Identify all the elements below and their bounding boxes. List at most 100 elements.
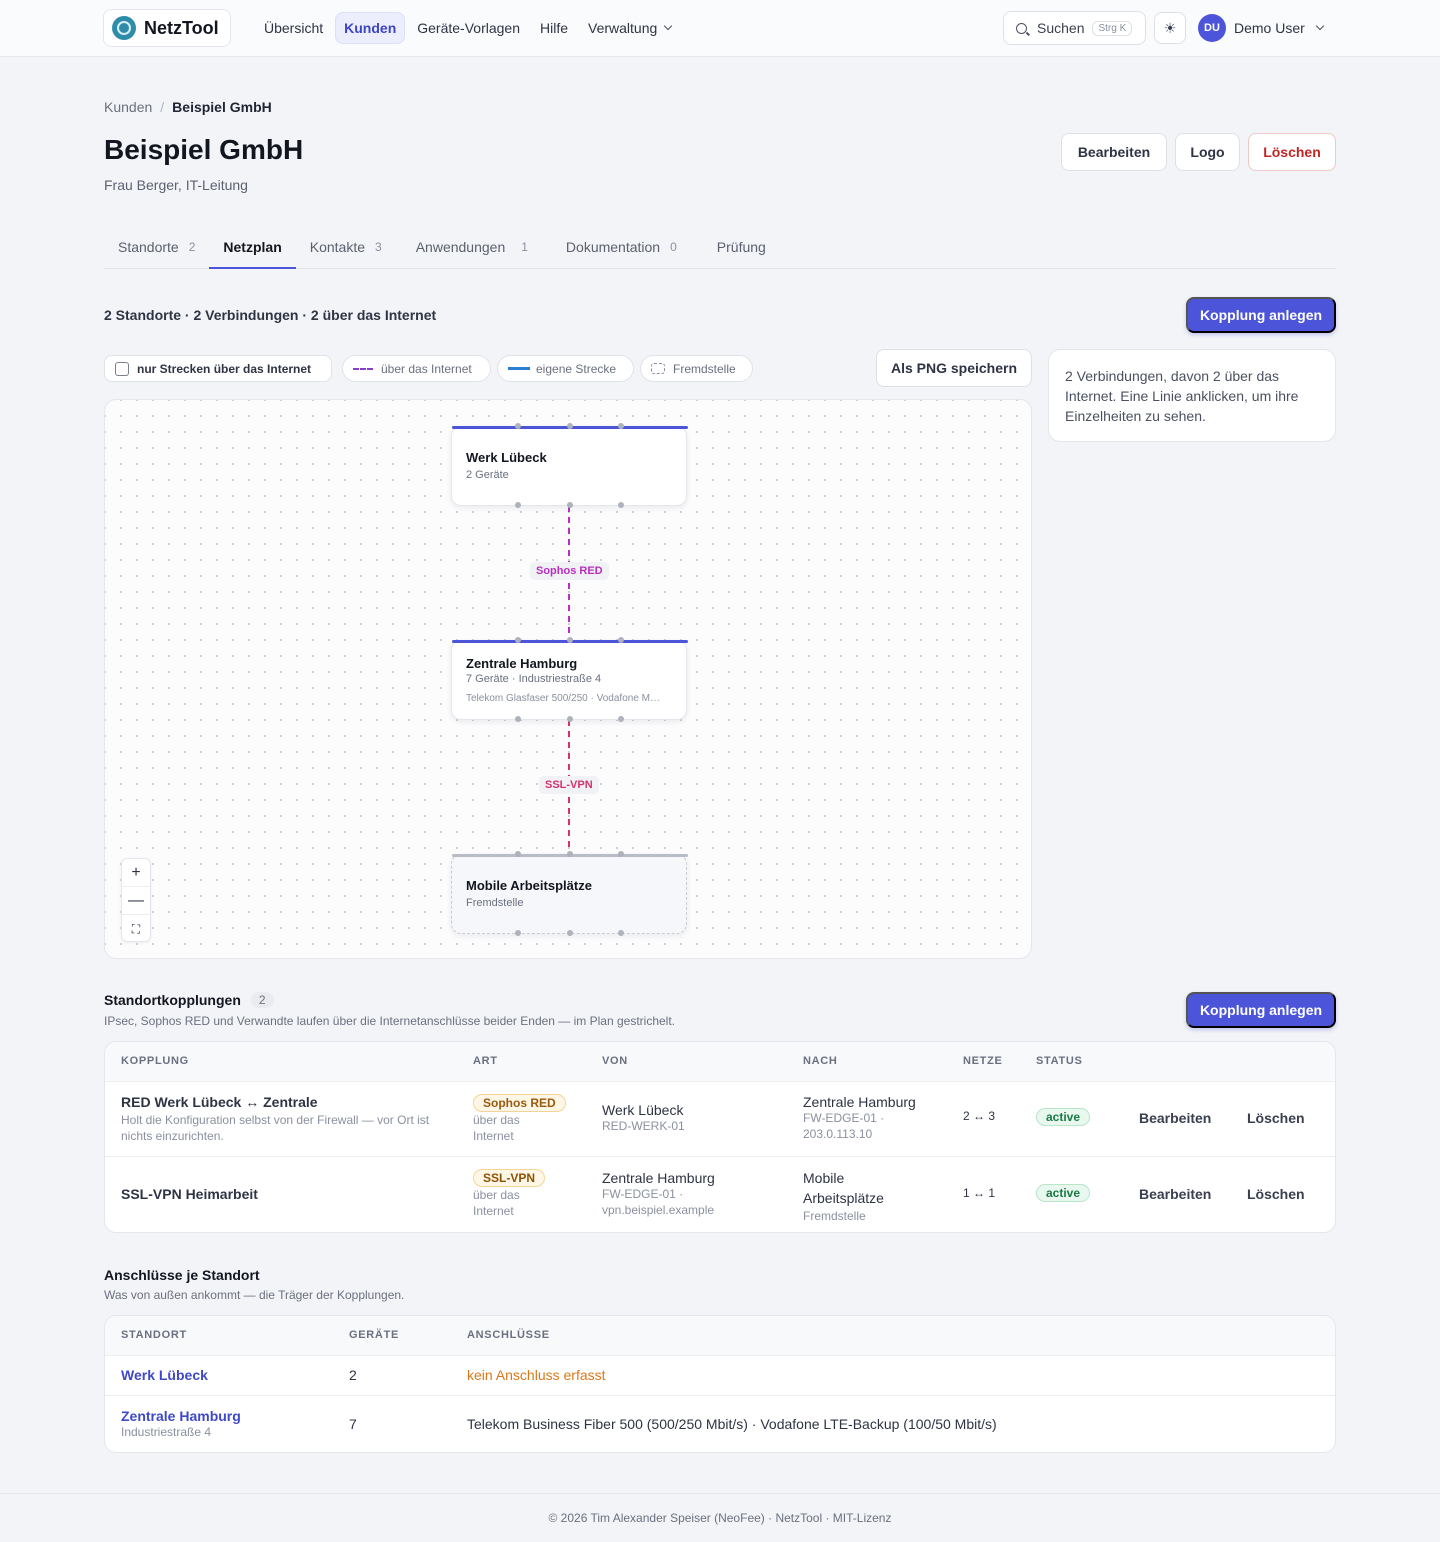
node-handle[interactable] (567, 423, 573, 429)
user-name: Demo User (1234, 20, 1305, 36)
breadcrumb-kunden[interactable]: Kunden (104, 99, 152, 115)
node-zentrale-hamburg[interactable]: Zentrale Hamburg 7 Geräte · Industriestr… (451, 637, 688, 722)
to-device: FW-EDGE-01 · 203.0.113.10 (803, 1111, 885, 1141)
node-handle[interactable] (515, 502, 521, 508)
node-handle[interactable] (515, 851, 521, 857)
tab-label: Kontakte (309, 239, 366, 255)
node-handle[interactable] (515, 423, 521, 429)
checkbox[interactable] (115, 361, 129, 376)
node-handle[interactable] (567, 930, 573, 936)
sun-icon: ☀ (1163, 19, 1177, 36)
save-png-button[interactable]: Als PNG speichern (876, 349, 1032, 387)
col-kopplung: KOPPLUNG (121, 1055, 189, 1067)
col-geraete: GERÄTE (349, 1329, 400, 1341)
nav-hilfe[interactable]: Hilfe (532, 12, 576, 44)
chevron-down-icon (664, 21, 673, 31)
breadcrumb-current: Beispiel GmbH (172, 99, 272, 115)
search-icon (1016, 22, 1027, 34)
user-menu[interactable]: DU Demo User (1198, 14, 1325, 42)
edit-coupling-button[interactable]: Bearbeiten (1139, 1110, 1211, 1126)
node-handle[interactable] (567, 716, 573, 722)
legend-label: Fremdstelle (673, 361, 736, 376)
netzplan-info-card: 2 Verbindungen, davon 2 über das Interne… (1048, 349, 1336, 442)
create-coupling-button[interactable]: Kopplung anlegen (1186, 297, 1336, 333)
edit-coupling-button[interactable]: Bearbeiten (1139, 1186, 1211, 1202)
create-coupling-button-2[interactable]: Kopplung anlegen (1186, 992, 1336, 1028)
type-sub: über das Internet (473, 1113, 520, 1143)
nav-uebersicht[interactable]: Übersicht (256, 12, 331, 44)
breadcrumb: Kunden / Beispiel GmbH (104, 99, 272, 115)
nav-kunden[interactable]: Kunden (335, 12, 406, 44)
filter-internet-only[interactable]: nur Strecken über das Internet (104, 355, 332, 382)
connections-title: Anschlüsse je Standort (104, 1267, 260, 1283)
solid-line-icon (508, 367, 530, 370)
node-subtitle: Fremdstelle (466, 897, 524, 909)
node-subtitle: 2 Geräte (466, 469, 509, 481)
zoom-in-icon[interactable]: + (122, 859, 150, 887)
node-handle[interactable] (618, 423, 624, 429)
chevron-down-icon (1315, 21, 1325, 31)
logo-button[interactable]: Logo (1175, 133, 1240, 171)
node-mobile-arbeitsplaetze[interactable]: Mobile Arbeitsplätze Fremdstelle (451, 851, 688, 936)
node-handle[interactable] (618, 930, 624, 936)
avatar: DU (1198, 14, 1226, 42)
dashed-line-icon (353, 367, 373, 370)
delete-coupling-button[interactable]: Löschen (1247, 1110, 1305, 1126)
node-handle[interactable] (618, 502, 624, 508)
tab-standorte[interactable]: Standorte 2 (104, 229, 209, 269)
zoom-controls: + — ⛶ (121, 858, 151, 942)
node-title: Werk Lübeck (466, 450, 547, 465)
node-handle[interactable] (515, 716, 521, 722)
search-button[interactable]: Suchen Strg K (1003, 11, 1146, 45)
node-handle[interactable] (618, 851, 624, 857)
table-row[interactable]: RED Werk Lübeck ↔ Zentrale Holt die Konf… (105, 1082, 1335, 1157)
node-werk-luebeck[interactable]: Werk Lübeck 2 Geräte (451, 423, 688, 508)
edge-label-ssl-vpn[interactable]: SSL-VPN (539, 776, 599, 794)
node-handle[interactable] (515, 930, 521, 936)
node-handle[interactable] (567, 502, 573, 508)
to-device: Fremdstelle (803, 1209, 866, 1223)
network-canvas[interactable]: Sophos RED SSL-VPN Werk Lübeck 2 Geräte … (104, 399, 1032, 959)
coupling-name: RED Werk Lübeck ↔ Zentrale (121, 1094, 318, 1110)
brand-logo-button[interactable]: NetzTool (103, 9, 231, 47)
col-netze: NETZE (963, 1055, 1003, 1067)
customer-tabs: Standorte 2 Netzplan Kontakte 3 Anwendunge… (104, 229, 1336, 269)
node-handle[interactable] (567, 851, 573, 857)
coupling-cell: RED Werk Lübeck ↔ Zentrale Holt die Konf… (121, 1094, 441, 1144)
tab-dokumentation[interactable]: Dokumentation 0 (552, 229, 691, 269)
fit-view-icon[interactable]: ⛶ (122, 915, 150, 943)
node-handle[interactable] (515, 637, 521, 643)
edge-label-sophos-red[interactable]: Sophos RED (530, 562, 609, 580)
col-status: STATUS (1036, 1055, 1083, 1067)
edit-customer-button[interactable]: Bearbeiten (1061, 133, 1167, 171)
delete-customer-button[interactable]: Löschen (1248, 133, 1336, 171)
node-handle[interactable] (567, 637, 573, 643)
type-cell: Sophos RED über das Internet (473, 1094, 573, 1144)
tab-anwendungen[interactable]: Anwendungen 1 (402, 229, 542, 269)
from-cell: Werk Lübeck RED-WERK-01 (602, 1102, 782, 1134)
coupling-desc: Holt die Konfiguration selbst von der Fi… (121, 1113, 430, 1143)
table-row[interactable]: SSL-VPN Heimarbeit SSL-VPN über das Inte… (105, 1157, 1335, 1232)
from-device: RED-WERK-01 (602, 1119, 685, 1133)
tab-label: Netzplan (223, 239, 282, 255)
col-nach: NACH (803, 1055, 838, 1067)
node-handle[interactable] (618, 637, 624, 643)
breadcrumb-separator: / (160, 99, 165, 115)
legend-own-line: eigene Strecke (497, 355, 634, 382)
tab-kontakte[interactable]: Kontakte 3 (296, 229, 396, 269)
zoom-out-icon[interactable]: — (122, 887, 150, 915)
node-title: Mobile Arbeitsplätze (466, 878, 592, 893)
tab-netzplan[interactable]: Netzplan (209, 229, 296, 269)
delete-coupling-button[interactable]: Löschen (1247, 1186, 1305, 1202)
nav-verwaltung-label: Verwaltung (588, 20, 658, 36)
theme-toggle-button[interactable]: ☀ (1154, 12, 1186, 44)
nav-verwaltung[interactable]: Verwaltung (580, 12, 679, 44)
tab-count: 0 (670, 240, 677, 254)
to-site: Zentrale Hamburg (803, 1094, 916, 1110)
nav-geraete-vorlagen[interactable]: Geräte-Vorlagen (409, 12, 528, 44)
dashed-box-icon (651, 363, 665, 374)
site-link[interactable]: Werk Lübeck (121, 1367, 208, 1383)
node-handle[interactable] (618, 716, 624, 722)
tab-pruefung[interactable]: Prüfung (703, 229, 780, 269)
site-link[interactable]: Zentrale Hamburg (121, 1408, 241, 1424)
